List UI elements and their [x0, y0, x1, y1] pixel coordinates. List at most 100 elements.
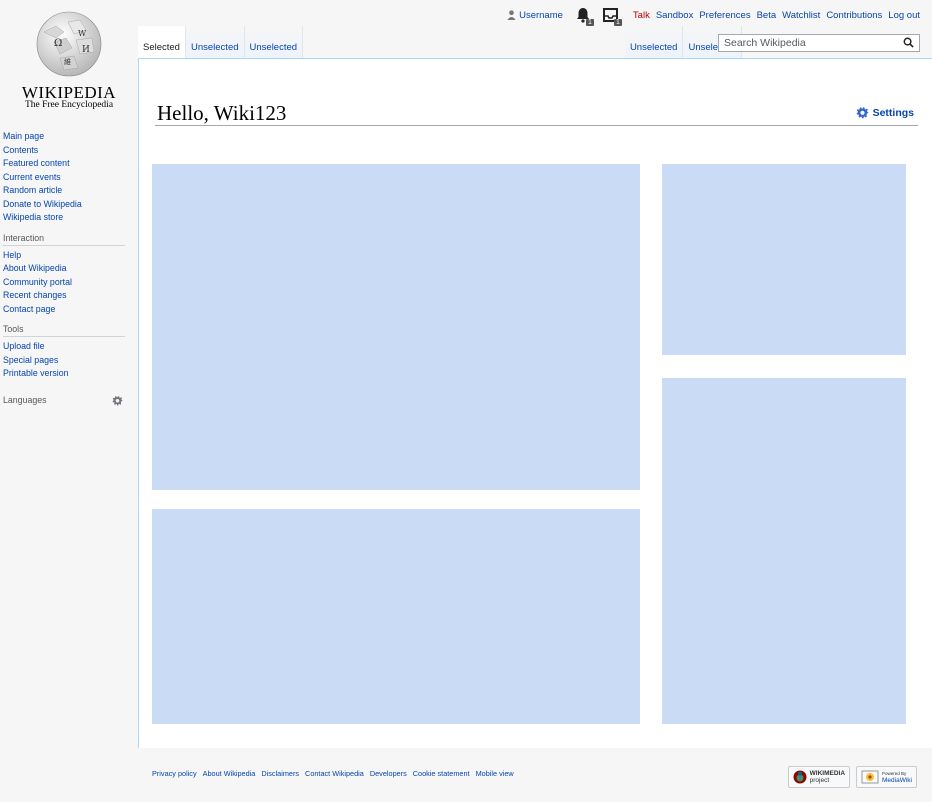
mediawiki-badge-text: Powered By MediaWiki	[882, 770, 912, 784]
sidebar-item-current-events[interactable]: Current events	[3, 171, 138, 185]
sidebar-item-upload-file[interactable]: Upload file	[3, 340, 138, 354]
wikimedia-badge-label: WIKIMEDIA	[809, 770, 846, 777]
tools-portal: Tools Upload file Special pages Printabl…	[0, 324, 138, 381]
content-block-main-top	[152, 164, 640, 490]
footer-links: Privacy policy About Wikipedia Disclaime…	[152, 769, 514, 778]
sidebar-item-contents[interactable]: Contents	[3, 144, 138, 158]
mediawiki-badge-label: MediaWiki	[882, 777, 912, 784]
settings-button[interactable]: Settings	[856, 106, 914, 119]
settings-label: Settings	[872, 106, 914, 119]
mediawiki-badge[interactable]: Powered By MediaWiki	[856, 766, 917, 788]
svg-text:維: 維	[64, 57, 71, 66]
search-placeholder: Search Wikipedia	[724, 37, 806, 49]
content-block-side-bottom	[662, 378, 906, 724]
tab-unselected-3[interactable]: Unselected	[624, 26, 684, 58]
username-link[interactable]: Username	[507, 10, 563, 21]
left-tabs: Selected Unselected Unselected	[138, 26, 304, 58]
footer-badges: WIKIMEDIA project Powered By MediaWiki	[787, 766, 917, 788]
wikimedia-badge[interactable]: WIKIMEDIA project	[787, 766, 851, 788]
interaction-heading: Interaction	[3, 233, 125, 246]
wikimedia-badge-text: WIKIMEDIA project	[810, 770, 845, 784]
navigation-menu: Main page Contents Featured content Curr…	[3, 130, 138, 225]
content-area: Hello, Wiki123 Settings	[138, 58, 932, 748]
sidebar-item-main-page[interactable]: Main page	[3, 130, 138, 144]
gear-icon	[856, 107, 869, 119]
footer-cookie-link[interactable]: Cookie statement	[413, 769, 470, 778]
sidebar-item-contact-page[interactable]: Contact page	[3, 303, 138, 317]
sidebar-item-about[interactable]: About Wikipedia	[3, 262, 138, 276]
sidebar-link[interactable]: Help	[3, 250, 21, 260]
tab-selected[interactable]: Selected	[138, 26, 186, 58]
content-block-main-bottom	[152, 509, 640, 724]
sidebar-link[interactable]: Donate to Wikipedia	[3, 199, 82, 209]
footer-developers-link[interactable]: Developers	[370, 769, 407, 778]
search-icon[interactable]	[903, 37, 914, 48]
content-block-side-top	[662, 164, 906, 355]
svg-text:W: W	[78, 29, 87, 38]
notices-count: 1	[614, 19, 622, 26]
notices-button[interactable]: 1	[602, 7, 622, 26]
logo-subtitle: The Free Encyclopedia	[24, 100, 114, 110]
sidebar-link[interactable]: Upload file	[3, 341, 45, 351]
contributions-link[interactable]: Contributions	[826, 10, 882, 21]
languages-portal: Languages	[3, 395, 123, 406]
heading-divider	[155, 125, 918, 126]
sidebar-item-store[interactable]: Wikipedia store	[3, 211, 138, 225]
svg-text:Ω: Ω	[54, 38, 62, 49]
search-input[interactable]: Search Wikipedia	[718, 34, 920, 52]
alerts-count: 1	[586, 19, 594, 26]
preferences-link[interactable]: Preferences	[699, 10, 750, 21]
globe-icon: Ω W И 維	[36, 11, 102, 77]
tab-unselected-2[interactable]: Unselected	[244, 26, 304, 58]
sidebar-link[interactable]: Main page	[3, 131, 44, 141]
footer-contact-link[interactable]: Contact Wikipedia	[305, 769, 364, 778]
sidebar-link[interactable]: Random article	[3, 185, 62, 195]
sidebar-item-special-pages[interactable]: Special pages	[3, 354, 138, 368]
mediawiki-badge-top: Powered By	[882, 771, 907, 776]
sidebar-link[interactable]: Community portal	[3, 277, 72, 287]
tab-unselected-1[interactable]: Unselected	[185, 26, 245, 58]
sidebar-item-featured-content[interactable]: Featured content	[3, 157, 138, 171]
user-icon	[507, 10, 516, 20]
svg-text:И: И	[82, 45, 90, 55]
sidebar-item-help[interactable]: Help	[3, 249, 138, 263]
sidebar-link[interactable]: About Wikipedia	[3, 263, 67, 273]
alerts-button[interactable]: 1	[575, 7, 594, 26]
wikipedia-logo[interactable]: Ω W И 維 WIKIPEDIA The Free Encyclopedia	[0, 0, 138, 120]
personal-tools: Username 1 1 Talk Sandbox Preferences Be…	[507, 7, 920, 26]
sidebar-link[interactable]: Contact page	[3, 304, 55, 314]
gear-icon[interactable]	[112, 395, 123, 406]
sidebar-item-random-article[interactable]: Random article	[3, 184, 138, 198]
tools-menu: Upload file Special pages Printable vers…	[3, 340, 138, 381]
footer-privacy-link[interactable]: Privacy policy	[152, 769, 197, 778]
tabs-bar: Selected Unselected Unselected Unselecte…	[138, 26, 932, 58]
sidebar-link[interactable]: Current events	[3, 172, 61, 182]
sidebar-item-community-portal[interactable]: Community portal	[3, 276, 138, 290]
footer-disclaimers-link[interactable]: Disclaimers	[261, 769, 299, 778]
sidebar-link[interactable]: Special pages	[3, 355, 58, 365]
sidebar: Main page Contents Featured content Curr…	[0, 130, 138, 406]
interaction-portal: Interaction Help About Wikipedia Communi…	[0, 233, 138, 317]
page-title: Hello, Wiki123	[157, 101, 287, 125]
interaction-menu: Help About Wikipedia Community portal Re…	[3, 249, 138, 317]
sidebar-link[interactable]: Wikipedia store	[3, 212, 63, 222]
wikimedia-badge-sublabel: project	[809, 777, 830, 784]
sidebar-link[interactable]: Featured content	[3, 158, 70, 168]
tools-heading: Tools	[3, 324, 125, 337]
watchlist-link[interactable]: Watchlist	[782, 10, 820, 21]
sidebar-item-donate[interactable]: Donate to Wikipedia	[3, 198, 138, 212]
sidebar-item-recent-changes[interactable]: Recent changes	[3, 289, 138, 303]
sidebar-link[interactable]: Contents	[3, 145, 38, 155]
wikimedia-logo-icon	[793, 770, 807, 784]
footer-about-link[interactable]: About Wikipedia	[203, 769, 256, 778]
sandbox-link[interactable]: Sandbox	[656, 10, 694, 21]
sidebar-link[interactable]: Printable version	[3, 368, 69, 378]
footer-mobile-view-link[interactable]: Mobile view	[476, 769, 514, 778]
logout-link[interactable]: Log out	[888, 10, 920, 21]
sidebar-item-printable-version[interactable]: Printable version	[3, 367, 138, 381]
mediawiki-logo-icon	[861, 770, 879, 784]
sidebar-link[interactable]: Recent changes	[3, 290, 67, 300]
talk-link[interactable]: Talk	[633, 10, 650, 21]
username-label: Username	[519, 9, 563, 21]
beta-link[interactable]: Beta	[757, 10, 777, 21]
